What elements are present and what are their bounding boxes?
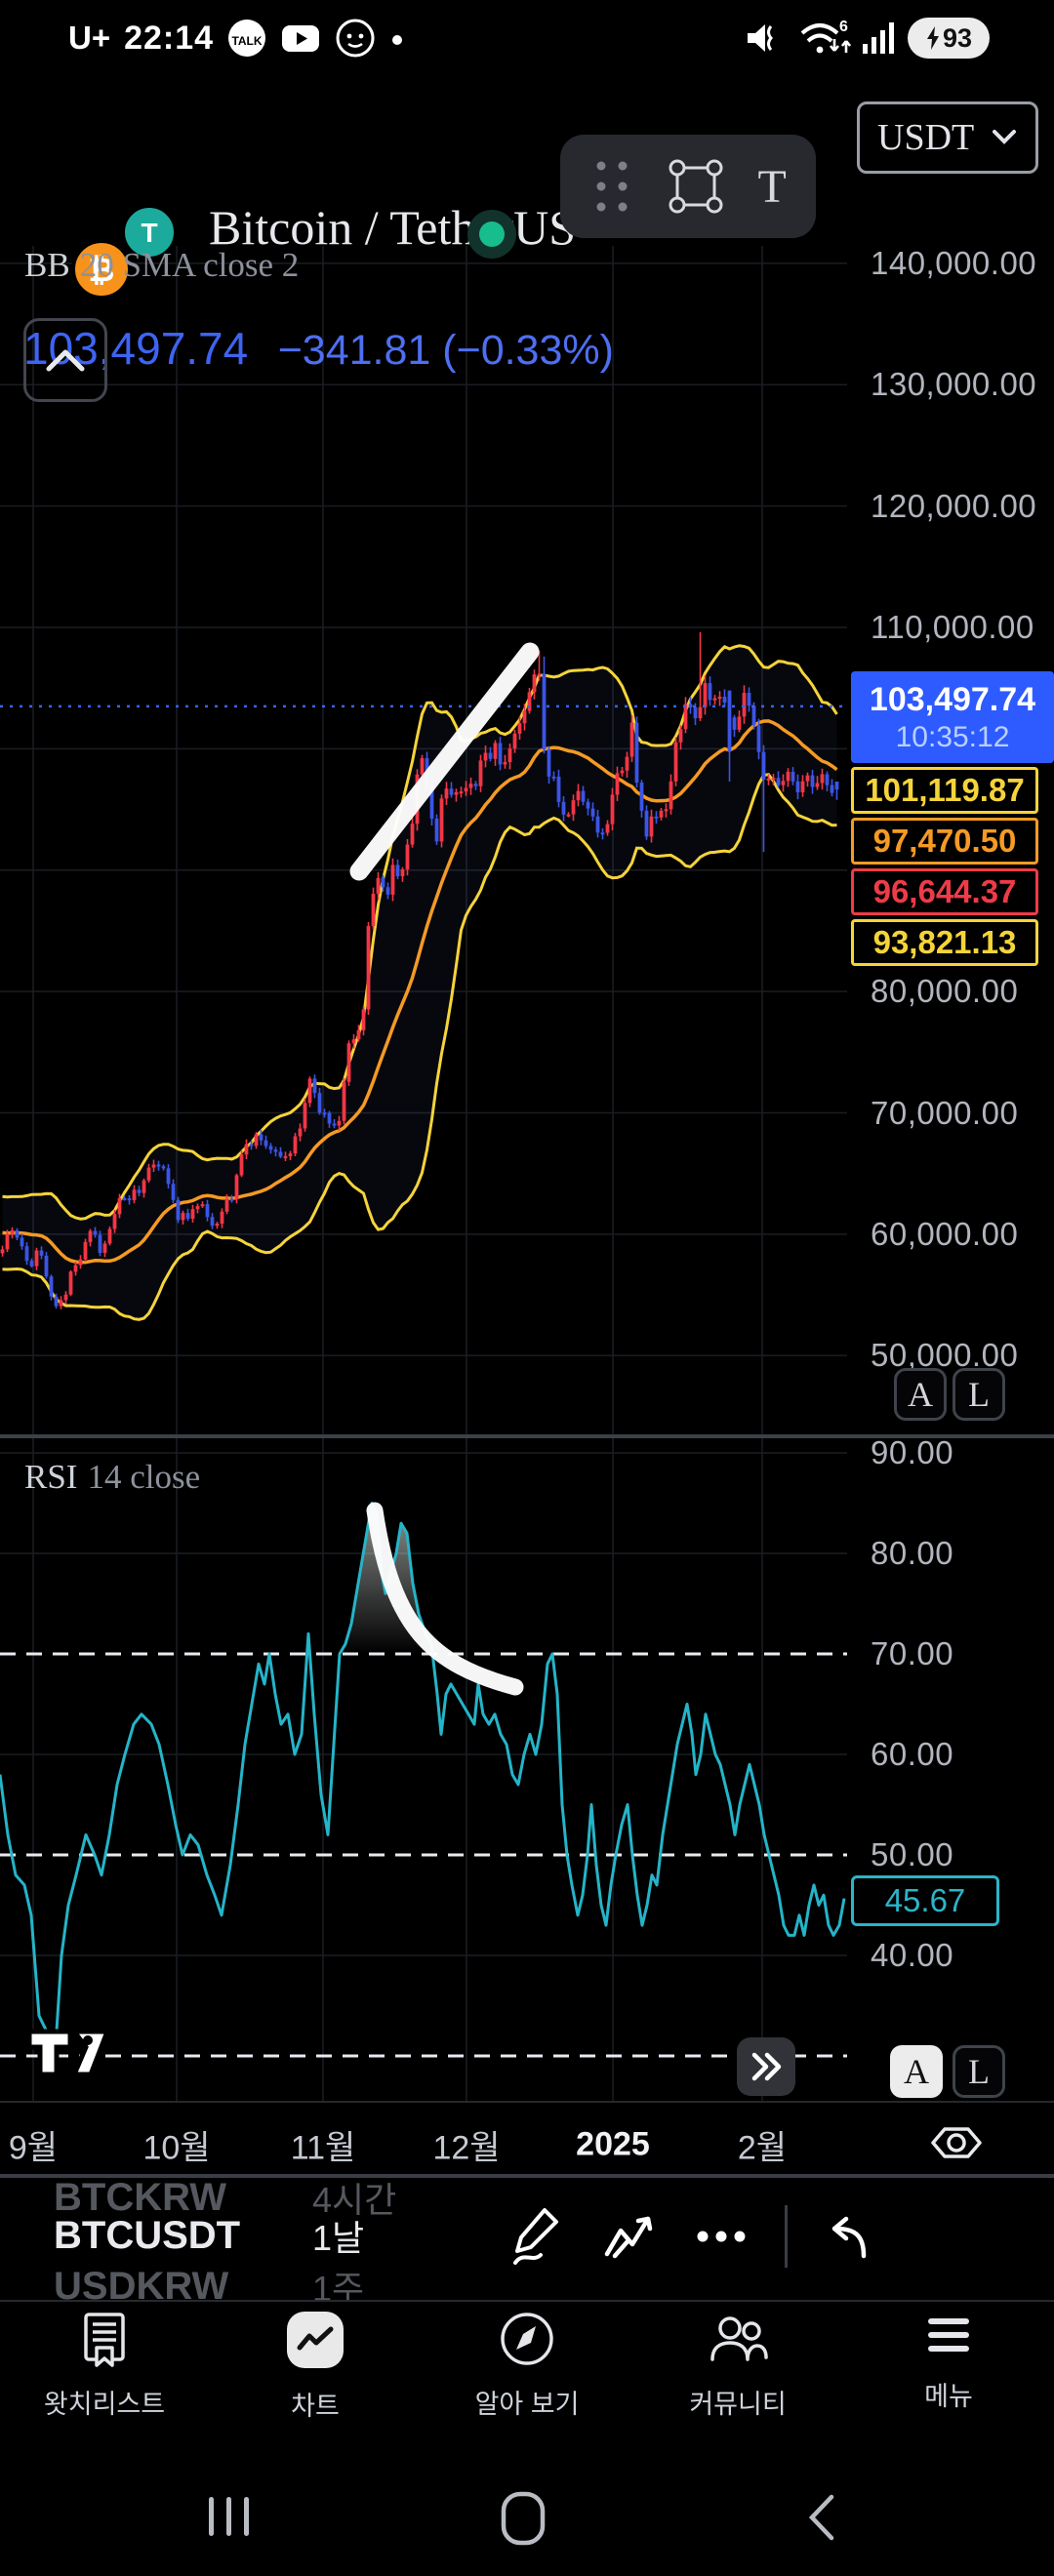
bar-countdown: 10:35:12 [896, 721, 1010, 754]
dot-notification-icon [389, 19, 405, 58]
more-options-icon[interactable] [695, 2227, 748, 2246]
bb-indicator-label[interactable]: BB20 SMA close 2 [24, 246, 299, 285]
axis-settings-gear-icon[interactable] [927, 2115, 986, 2170]
wifi-icon: 6 [796, 16, 851, 60]
compass-icon [499, 2311, 555, 2367]
battery-charging-indicator: 93 [908, 18, 990, 59]
drag-handle-icon[interactable] [589, 152, 634, 221]
carrier-label: U+ [68, 20, 110, 57]
chevron-up-icon [43, 345, 88, 375]
svg-text:6: 6 [839, 19, 848, 35]
market-open-dot [466, 209, 517, 260]
main-log-scale-button[interactable]: L [953, 1368, 1005, 1421]
nav-watchlist[interactable]: 왓치리스트 [26, 2311, 182, 2421]
double-chevron-right-icon [747, 2049, 786, 2084]
nav-discover[interactable]: 알아 보기 [449, 2311, 605, 2421]
indicators-zigzag-icon[interactable] [601, 2211, 658, 2262]
android-back-button[interactable] [802, 2493, 841, 2542]
youtube-notification-icon [280, 19, 321, 58]
tradingview-logo[interactable] [23, 2026, 117, 2080]
android-recents-button[interactable] [207, 2495, 256, 2538]
svg-text:T: T [141, 218, 157, 248]
currency-selector[interactable]: USDT [857, 101, 1038, 174]
rsi-auto-scale-button[interactable]: A [890, 2045, 943, 2098]
collapse-indicators-button[interactable] [23, 318, 107, 402]
price-row: 103,497.74 −341.81 (−0.33%) [23, 322, 863, 375]
status-bar: U+ 22:14 TALK 6 [0, 0, 1054, 84]
undo-icon[interactable] [825, 2211, 875, 2262]
signal-strength-icon [863, 17, 896, 60]
android-home-button[interactable] [500, 2491, 548, 2546]
community-people-icon [707, 2311, 769, 2367]
nav-community[interactable]: 커뮤니티 [660, 2311, 816, 2421]
text-tool-icon[interactable]: T [758, 160, 787, 214]
watchlist-icon [76, 2311, 133, 2367]
price-change: −341.81 (−0.33%) [278, 327, 614, 375]
android-navigation-bar [0, 2464, 1054, 2576]
rsi-indicator-label[interactable]: RSI14 close [24, 1458, 200, 1497]
nav-chart[interactable]: 차트 [237, 2311, 393, 2423]
main-auto-scale-button[interactable]: A [894, 1368, 947, 1421]
mute-vibrate-icon [742, 17, 785, 60]
chevron-down-icon [991, 128, 1018, 147]
current-price-label: 103,497.74 10:35:12 [851, 671, 1054, 763]
trading-app: U+ 22:14 TALK 6 [0, 0, 1054, 2576]
rectangle-tool-icon[interactable] [666, 156, 726, 217]
divider [785, 2205, 788, 2268]
interval-selector: 1날 [312, 2210, 429, 2261]
rsi-value-label: 45.67 [851, 1875, 999, 1926]
kakaotalk-notification-icon: TALK [227, 19, 266, 58]
pencil-draw-icon[interactable] [507, 2206, 564, 2267]
drawing-toolbar[interactable]: T [560, 135, 816, 238]
chart-quick-tools [507, 2197, 976, 2275]
chart-icon-active [286, 2311, 345, 2369]
nav-menu[interactable]: 메뉴 [871, 2311, 1027, 2413]
scroll-right-button[interactable] [737, 2037, 795, 2096]
rsi-log-scale-button[interactable]: L [953, 2045, 1005, 2098]
face-notification-icon [335, 18, 376, 59]
svg-text:TALK: TALK [232, 34, 263, 48]
clock: 22:14 [124, 20, 214, 58]
hamburger-menu-icon [922, 2311, 975, 2359]
